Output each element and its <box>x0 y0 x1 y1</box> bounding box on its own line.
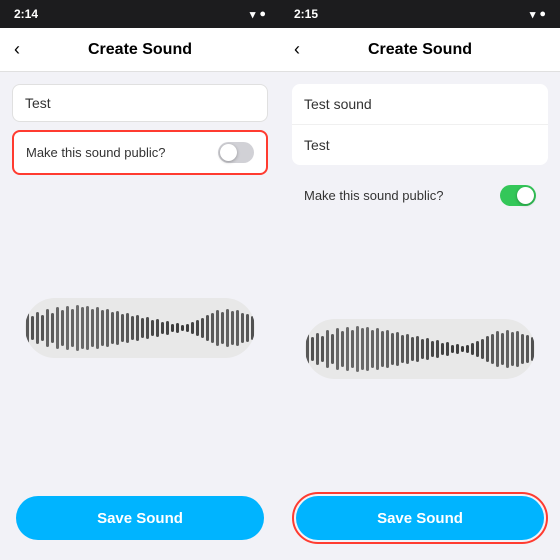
fields-group: Test sound Test <box>292 84 548 165</box>
content-1: Test Make this sound public? <box>0 72 280 484</box>
save-button-1[interactable]: Save Sound <box>16 496 264 540</box>
toggle-knob-2 <box>517 187 534 204</box>
status-icons-1: ▾ ● <box>250 8 266 21</box>
waveform-2 <box>305 319 535 379</box>
signal-icon: ● <box>259 8 266 20</box>
waveform-container-2 <box>292 226 548 472</box>
sound-tag-input[interactable]: Test <box>292 125 548 165</box>
sound-name-input[interactable]: Test sound <box>292 84 548 125</box>
wifi-icon-2: ▾ <box>530 8 536 21</box>
toggle-row-2[interactable]: Make this sound public? <box>292 173 548 218</box>
save-button-2[interactable]: Save Sound <box>296 496 544 540</box>
waveform-container-1 <box>12 183 268 472</box>
bottom-area-1: Save Sound <box>0 484 280 560</box>
status-bar-1: 2:14 ▾ ● <box>0 0 280 28</box>
time-1: 2:14 <box>14 7 38 21</box>
nav-bar-2: ‹ Create Sound <box>280 28 560 72</box>
toggle-label-2: Make this sound public? <box>304 188 443 203</box>
name-input-1[interactable]: Test <box>12 84 268 122</box>
bottom-area-2: Save Sound <box>280 484 560 560</box>
signal-icon-2: ● <box>539 8 546 20</box>
status-bar-2: 2:15 ▾ ● <box>280 0 560 28</box>
phone-2: 2:15 ▾ ● ‹ Create Sound Test sound Test … <box>280 0 560 560</box>
content-2: Test sound Test Make this sound public? <box>280 72 560 484</box>
waveform-1 <box>25 298 255 358</box>
time-2: 2:15 <box>294 7 318 21</box>
nav-title-1: Create Sound <box>88 41 192 59</box>
nav-bar-1: ‹ Create Sound <box>0 28 280 72</box>
toggle-switch-1[interactable] <box>218 142 254 163</box>
toggle-label-1: Make this sound public? <box>26 145 165 160</box>
nav-title-2: Create Sound <box>368 41 472 59</box>
toggle-switch-2[interactable] <box>500 185 536 206</box>
back-button-2[interactable]: ‹ <box>294 39 300 60</box>
toggle-knob-1 <box>220 144 237 161</box>
toggle-row-1[interactable]: Make this sound public? <box>12 130 268 175</box>
phone-1: 2:14 ▾ ● ‹ Create Sound Test Make this s… <box>0 0 280 560</box>
back-button-1[interactable]: ‹ <box>14 39 20 60</box>
status-icons-2: ▾ ● <box>530 8 546 21</box>
wifi-icon: ▾ <box>250 8 256 21</box>
